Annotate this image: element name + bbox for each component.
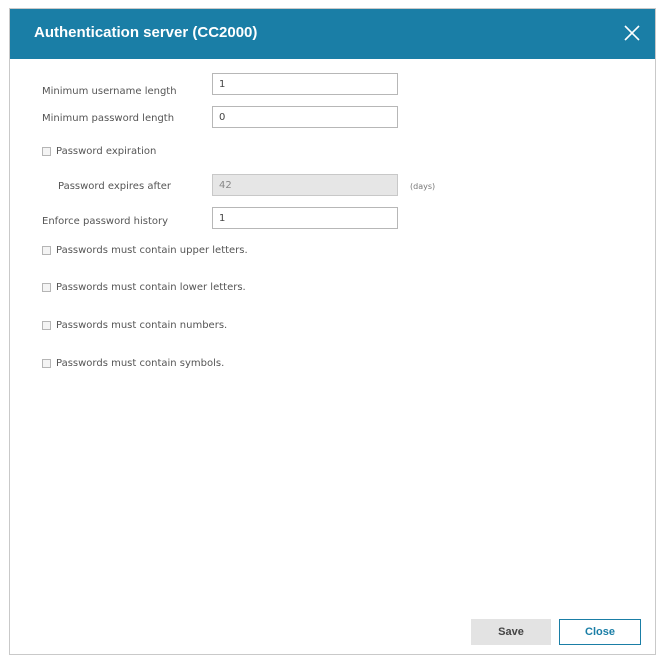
min-password-field[interactable] [212,106,398,128]
close-button[interactable]: Close [559,619,641,645]
upper-letters-checkbox[interactable]: Passwords must contain upper letters. [42,245,248,256]
password-expiration-label: Password expiration [56,146,157,157]
symbols-label: Passwords must contain symbols. [56,358,225,369]
min-username-field[interactable] [212,73,398,95]
password-history-label: Enforce password history [42,216,169,227]
checkbox-box[interactable] [42,321,51,330]
checkbox-box[interactable] [42,147,51,156]
min-username-label: Minimum username length [42,86,177,97]
checkbox-box[interactable] [42,246,51,255]
save-button[interactable]: Save [471,619,551,645]
dialog-titlebar: Authentication server (CC2000) [10,9,655,59]
dialog-title: Authentication server (CC2000) [34,24,258,41]
symbols-checkbox[interactable]: Passwords must contain symbols. [42,358,224,369]
numbers-label: Passwords must contain numbers. [56,320,228,331]
lower-letters-checkbox[interactable]: Passwords must contain lower letters. [42,282,246,293]
password-expires-field [212,174,398,196]
password-expires-label: Password expires after [58,181,171,192]
checkbox-box[interactable] [42,283,51,292]
password-expiration-checkbox[interactable]: Password expiration [42,146,156,157]
auth-server-dialog: Authentication server (CC2000) Minimum u… [9,8,656,655]
min-password-label: Minimum password length [42,113,175,124]
password-history-field[interactable] [212,207,398,229]
upper-letters-label: Passwords must contain upper letters. [56,245,248,256]
lower-letters-label: Passwords must contain lower letters. [56,282,246,293]
checkbox-box[interactable] [42,359,51,368]
close-icon[interactable] [621,22,643,44]
numbers-checkbox[interactable]: Passwords must contain numbers. [42,320,227,331]
days-unit-label: (days) [410,182,436,191]
